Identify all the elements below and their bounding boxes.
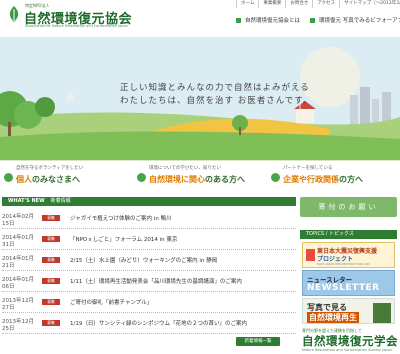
feature-suffix-2: のある方へ <box>205 175 245 184</box>
news-row[interactable]: 2014年01月31日 募集 「NPOｘしごと」フォーラム 2014 in 東京 <box>2 233 296 250</box>
banner-photo-sub: 自然環境再生 <box>307 312 359 323</box>
leaf-icon <box>137 173 146 182</box>
nav-about[interactable]: 事業概要 <box>258 0 285 8</box>
news-title: WHAT'S NEW <box>8 198 45 204</box>
news-date: 2014年02月15日 <box>2 214 34 227</box>
banner-reconstruction-en: EAST JAPAN RECONSTRUCTION AID <box>317 262 370 266</box>
news-tag: 募集 <box>42 257 60 263</box>
people-icon <box>4 173 13 182</box>
banner-society-title: 自然環境復元学会 <box>302 334 398 348</box>
news-date: 2014年01月06日 <box>2 277 34 290</box>
feature-interested[interactable]: 環境についての学びたい、知りたい 自然環境に関心のある方へ <box>133 160 267 188</box>
logo-icon <box>9 6 19 22</box>
news-row[interactable]: 2013年12月25日 募集 1/19（日）サンシティ緑のシンポジウム『花地の２… <box>2 317 296 334</box>
donate-button[interactable]: 寄付のお願い <box>300 197 397 217</box>
news-text[interactable]: ジャガイモ植えつけ体験のご案内 in 鴨川 <box>70 214 172 222</box>
news-text[interactable]: 1/11（土）環境再生活動発表会「品川環境先生の基調講演」のご案内 <box>70 277 242 285</box>
banner-newsletter[interactable]: ニュースレター NEWSLETTER <box>302 270 395 296</box>
news-tag: 募集 <box>42 299 60 305</box>
banner-society-en: Nature Restoration and Conservation Soci… <box>302 348 392 352</box>
sub-nav: 自然環境復元協会とは 環境復元 写真でみるビフォーアフター <box>236 16 400 24</box>
topics-subtitle: トピックス <box>329 231 354 237</box>
book-icon <box>373 303 391 323</box>
square-bullet-icon <box>310 17 316 23</box>
banner-reconstruction[interactable]: 東日本大震災復興支援 プロジェクト EAST JAPAN RECONSTRUCT… <box>302 242 395 268</box>
news-date: 2013年12月27日 <box>2 298 34 311</box>
feature-companies[interactable]: パートナーを探している 企業や行政関係の方へ <box>267 160 400 188</box>
news-header: WHAT'S NEW 新着情報 <box>2 197 296 206</box>
topics-title: TOPICS <box>306 231 325 237</box>
news-text[interactable]: 2/15（土）水上園（みどり）ウォーキングのご案内 in 静岡 <box>70 256 217 264</box>
news-tag: 募集 <box>42 278 60 284</box>
feature-small-1: 自然を守るボランティアをしたい <box>16 166 84 171</box>
feature-title-3: 企業や行政関係の方へ <box>283 174 363 185</box>
flag-icon <box>306 249 315 261</box>
logo-english: Association for Nature Restoration and C… <box>25 24 128 28</box>
feature-title-1: 個人のみなさまへ <box>16 174 80 185</box>
news-more-button[interactable]: 新着情報一覧 <box>236 337 280 346</box>
feature-small-3: パートナーを探している <box>283 166 333 171</box>
subnav-about[interactable]: 自然環境復元協会とは <box>236 16 300 24</box>
handshake-icon <box>271 173 280 182</box>
banner-newsletter-en: NEWSLETTER <box>307 283 380 293</box>
banner-photo-restoration[interactable]: 写真で見る 自然環境再生 <box>302 298 395 324</box>
news-date: 2014年01月31日 <box>2 235 34 248</box>
news-row[interactable]: 2014年01月21日 募集 2/15（土）水上園（みどり）ウォーキングのご案内… <box>2 254 296 271</box>
news-row[interactable]: 2014年02月15日 募集 ジャガイモ植えつけ体験のご案内 in 鴨川 <box>2 212 296 229</box>
news-subtitle: 新着情報 <box>50 198 71 204</box>
nav-contact[interactable]: お問合せ <box>285 0 312 8</box>
top-nav: ホーム 事業概要 お問合せ アクセス サイトマップ（〜2013年3月） <box>236 0 400 8</box>
news-row[interactable]: 2014年01月06日 募集 1/11（土）環境再生活動発表会「品川環境先生の基… <box>2 275 296 292</box>
news-text[interactable]: ご寄付の御礼「前書チャンプル」 <box>70 298 152 306</box>
news-row[interactable]: 2013年12月27日 募集 ご寄付の御礼「前書チャンプル」 <box>2 296 296 313</box>
news-tag: 募集 <box>42 215 60 221</box>
subnav-about-label: 自然環境復元協会とは <box>245 18 301 24</box>
subnav-before-after[interactable]: 環境復元 写真でみるビフォーアフター <box>310 16 400 24</box>
news-text[interactable]: 1/19（日）サンシティ緑のシンポジウム『花地の２つの首い』のご案内 <box>70 319 247 327</box>
feature-small-2: 環境についての学びたい、知りたい <box>149 166 221 171</box>
feature-individuals[interactable]: 自然を守るボランティアをしたい 個人のみなさまへ <box>0 160 133 188</box>
feature-accent-2: 自然環境に関心 <box>149 175 205 184</box>
subnav-before-after-label: 環境復元 写真でみるビフォーアフター <box>319 18 400 24</box>
hero-line-2: わたしたちは、自然を治す お医者さんです。 <box>120 96 313 106</box>
news-date: 2013年12月25日 <box>2 319 34 332</box>
hero-message: 正しい知識とみんなの力で自然はよみがえる わたしたちは、自然を治す お医者さんで… <box>120 82 312 108</box>
site-header: 特定NPO法人 自然環境復元協会 Association for Nature … <box>0 0 400 36</box>
news-tag: 募集 <box>42 236 60 242</box>
nav-home[interactable]: ホーム <box>236 0 258 8</box>
banner-society[interactable]: 専門分野を超えた連携を目指して 自然環境復元学会 Nature Restorat… <box>300 327 398 354</box>
hero-banner: 正しい知識とみんなの力で自然はよみがえる わたしたちは、自然を治す お医者さんで… <box>0 37 400 160</box>
hero-line-1: 正しい知識とみんなの力で自然はよみがえる <box>120 83 310 93</box>
nav-sitemap[interactable]: サイトマップ（〜2013年3月） <box>339 0 400 8</box>
feature-suffix-3: の方へ <box>339 175 363 184</box>
topics-header: TOPICS / トピックス <box>300 230 397 239</box>
news-text[interactable]: 「NPOｘしごと」フォーラム 2014 in 東京 <box>70 235 177 243</box>
news-date: 2014年01月21日 <box>2 256 34 269</box>
feature-accent-1: 個人 <box>16 175 32 184</box>
feature-accent-3: 企業や行政関係 <box>283 175 339 184</box>
feature-suffix-1: のみなさまへ <box>32 175 80 184</box>
feature-title-2: 自然環境に関心のある方へ <box>149 174 245 185</box>
nav-access[interactable]: アクセス <box>312 0 339 8</box>
news-tag: 募集 <box>42 320 60 326</box>
square-bullet-icon <box>236 17 241 23</box>
